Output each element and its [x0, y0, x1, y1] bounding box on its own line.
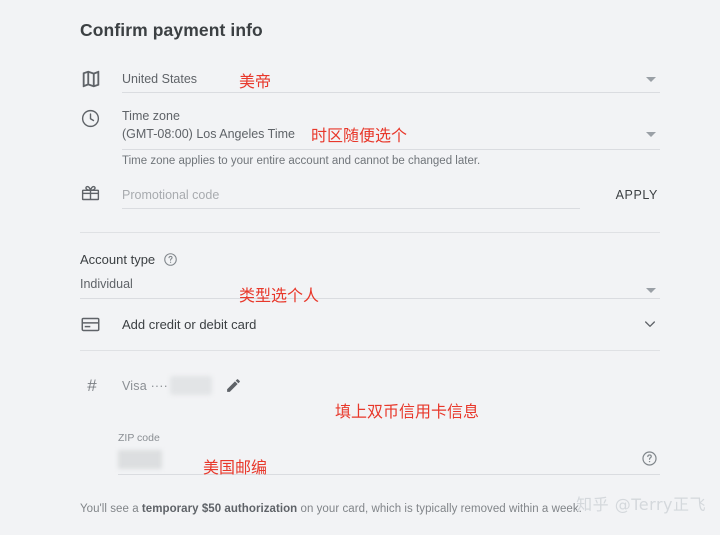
account-type-caret-down-icon[interactable]	[646, 288, 656, 293]
timezone-underline	[122, 149, 660, 150]
annotation-account-type: 类型选个人	[239, 286, 320, 305]
clock-icon	[80, 108, 104, 132]
add-card-chevron-down-icon[interactable]	[642, 316, 658, 332]
account-type-block: Account type Individual	[80, 252, 660, 293]
authorization-note: You'll see a temporary $50 authorization…	[80, 503, 582, 515]
annotation-zip: 美国邮编	[203, 458, 268, 477]
account-type-value[interactable]: Individual	[80, 277, 660, 291]
authorization-note-prefix: You'll see a	[80, 503, 142, 515]
country-caret-down-icon[interactable]	[646, 77, 656, 82]
apply-button[interactable]: APPLY	[614, 185, 660, 205]
authorization-note-suffix: on your card, which is typically removed…	[297, 503, 582, 515]
promotional-code-input[interactable]: Promotional code	[122, 187, 580, 203]
section-divider-top	[80, 232, 660, 233]
annotation-timezone: 时区随便选个	[311, 126, 408, 145]
add-card-label[interactable]: Add credit or debit card	[122, 317, 256, 332]
annotation-country: 美帝	[239, 72, 272, 91]
account-type-help-circle-icon[interactable]	[163, 252, 178, 267]
hash-icon: #	[87, 376, 97, 395]
country-value[interactable]: United States	[122, 71, 660, 87]
account-type-header: Account type	[80, 252, 660, 267]
page-title: Confirm payment info	[80, 20, 263, 40]
promotional-code-underline	[122, 208, 580, 209]
country-row[interactable]: United States	[80, 66, 660, 96]
timezone-helper-text: Time zone applies to your entire account…	[122, 155, 481, 167]
timezone-caret-down-icon[interactable]	[646, 132, 656, 137]
add-card-row[interactable]: Add credit or debit card	[80, 314, 660, 342]
account-type-label: Account type	[80, 252, 156, 267]
annotation-card: 填上双币信用卡信息	[335, 402, 480, 421]
zip-code-underline	[118, 474, 660, 475]
saved-card-redacted-digits	[170, 376, 212, 395]
zip-code-help-circle-icon[interactable]	[641, 450, 658, 467]
authorization-note-emphasis: temporary $50 authorization	[141, 503, 298, 515]
credit-card-icon	[80, 314, 104, 338]
account-type-underline	[80, 298, 660, 299]
map-icon	[80, 68, 104, 92]
zip-code-row[interactable]: ZIP code	[80, 432, 660, 478]
country-underline	[122, 92, 660, 93]
payment-info-page: Confirm payment info United States Time …	[0, 0, 720, 535]
promotional-code-row[interactable]: Promotional code APPLY	[80, 182, 660, 212]
watermark: 知乎 @Terry正飞	[576, 495, 706, 514]
edit-card-pencil-icon[interactable]	[225, 377, 242, 394]
saved-card-masked-number: Visa ····	[122, 379, 169, 393]
section-divider-card	[80, 350, 660, 351]
zip-code-redacted-value[interactable]	[118, 450, 162, 469]
gift-icon	[80, 182, 104, 206]
zip-code-label: ZIP code	[118, 432, 160, 444]
